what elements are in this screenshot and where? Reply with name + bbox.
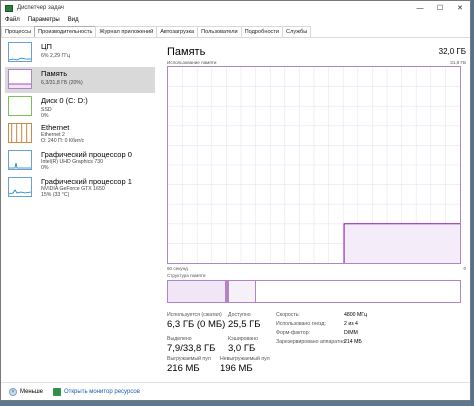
memory-panel: Память 32,0 ГБ Использование памяти 31,8… bbox=[161, 40, 466, 380]
open-resource-monitor-link[interactable]: Открыть монитор ресурсов bbox=[53, 387, 140, 396]
desktop-background bbox=[0, 401, 474, 406]
menu-bar: Файл Параметры Вид bbox=[1, 15, 470, 25]
tab-bar: Процессы Производительность Журнал прило… bbox=[1, 26, 470, 38]
usage-area bbox=[344, 223, 460, 263]
info-value: 214 МБ bbox=[344, 339, 362, 345]
page-title: Память bbox=[167, 46, 206, 58]
graph-time-axis-label: 60 секунд bbox=[167, 266, 188, 271]
cpu-thumbnail-graph bbox=[8, 42, 32, 62]
close-button[interactable]: ✕ bbox=[450, 1, 470, 15]
info-value: 4800 МГц bbox=[344, 312, 368, 318]
menu-file[interactable]: Файл bbox=[1, 17, 24, 23]
stat-label: Выделено bbox=[167, 336, 192, 342]
sidebar-item-gpu1[interactable]: Графический процессор 1 NVIDIA GeForce G… bbox=[5, 175, 155, 201]
footer: ˄ Меньше Открыть монитор ресурсов bbox=[1, 382, 470, 400]
tab-processes[interactable]: Процессы bbox=[1, 26, 36, 37]
performance-sidebar: ЦП 6% 2,29 ГГц Память 6,3/31,8 ГБ (20%) … bbox=[5, 40, 155, 375]
sidebar-item-cpu[interactable]: ЦП 6% 2,29 ГГц bbox=[5, 40, 155, 66]
info-value: 2 из 4 bbox=[344, 321, 358, 327]
stat-value: 7,9/33,8 ГБ bbox=[167, 343, 216, 354]
gpu0-thumbnail-graph bbox=[8, 150, 32, 170]
structure-label: Структура памяти bbox=[167, 273, 206, 278]
stat-cached: Кэшировано 3,0 ГБ bbox=[228, 336, 258, 354]
disk-thumbnail-graph bbox=[8, 96, 32, 116]
stat-label: Кэшировано bbox=[228, 336, 258, 342]
stat-label: Доступно bbox=[228, 312, 251, 318]
stat-committed: Выделено 7,9/33,8 ГБ bbox=[167, 336, 215, 354]
title-bar: Диспетчер задач — ☐ ✕ bbox=[1, 1, 470, 15]
fewer-details-button[interactable]: ˄ Меньше bbox=[9, 387, 43, 396]
maximize-button[interactable]: ☐ bbox=[430, 1, 450, 15]
tab-performance[interactable]: Производительность bbox=[34, 26, 97, 37]
stat-in-use: Используется (сжатая) 6,3 ГБ (0 МБ) bbox=[167, 312, 225, 330]
stat-value: 196 МБ bbox=[220, 363, 253, 374]
sidebar-item-detail: 6% 2,29 ГГц bbox=[41, 53, 71, 59]
graph-zero-label: 0 bbox=[463, 266, 466, 271]
sidebar-item-label: Диск 0 (C: D:) bbox=[41, 96, 88, 105]
stat-value: 25,5 ГБ bbox=[228, 319, 261, 330]
stat-value: 3,0 ГБ bbox=[228, 343, 256, 354]
sidebar-item-gpu0[interactable]: Графический процессор 0 Intel(R) UHD Gra… bbox=[5, 148, 155, 174]
sidebar-item-detail: 15% (33 °C) bbox=[41, 192, 70, 198]
stat-paged-pool: Выгружаемый пул 216 МБ bbox=[167, 356, 211, 374]
stat-value: 216 МБ bbox=[167, 363, 200, 374]
info-label: Форм-фактор: bbox=[276, 330, 311, 336]
stat-nonpaged-pool: Невыгружаемый пул 196 МБ bbox=[220, 356, 270, 374]
sidebar-item-label: ЦП bbox=[41, 42, 52, 51]
menu-view[interactable]: Вид bbox=[64, 17, 83, 23]
stat-label: Невыгружаемый пул bbox=[220, 356, 270, 362]
tab-details[interactable]: Подробности bbox=[240, 26, 284, 37]
total-memory: 32,0 ГБ bbox=[438, 47, 466, 56]
tab-services[interactable]: Службы bbox=[282, 26, 312, 37]
memory-usage-chart bbox=[168, 67, 460, 263]
usage-graph-max: 31,8 ГБ bbox=[450, 60, 466, 65]
stat-available: Доступно 25,5 ГБ bbox=[228, 312, 261, 330]
gpu1-thumbnail-graph bbox=[8, 177, 32, 197]
usage-graph-label: Использование памяти bbox=[167, 60, 217, 65]
info-label: Зарезервировано аппаратно: bbox=[276, 339, 347, 345]
sidebar-item-ethernet[interactable]: Ethernet Ethernet 2 О: 240 П: 0 Кбит/с bbox=[5, 121, 155, 147]
ethernet-thumbnail-graph bbox=[8, 123, 32, 143]
stat-value: 6,3 ГБ (0 МБ) bbox=[167, 319, 226, 330]
memory-thumbnail-graph bbox=[8, 69, 32, 89]
task-manager-window: Диспетчер задач — ☐ ✕ Файл Параметры Вид… bbox=[0, 0, 471, 401]
sidebar-item-label: Графический процессор 1 bbox=[41, 177, 132, 186]
tab-users[interactable]: Пользователи bbox=[197, 26, 242, 37]
structure-segment-free bbox=[255, 281, 460, 302]
resource-monitor-label: Открыть монитор ресурсов bbox=[64, 388, 140, 395]
sidebar-item-detail: 0% bbox=[41, 113, 49, 119]
stat-label: Выгружаемый пул bbox=[167, 356, 211, 362]
sidebar-item-label: Ethernet bbox=[41, 123, 70, 132]
sidebar-item-label: Память bbox=[41, 69, 68, 78]
task-manager-icon bbox=[5, 4, 13, 12]
info-value: DIMM bbox=[344, 330, 358, 336]
stat-label: Используется (сжатая) bbox=[167, 312, 222, 318]
window-title: Диспетчер задач bbox=[17, 5, 64, 11]
sidebar-item-disk[interactable]: Диск 0 (C: D:) SSD 0% bbox=[5, 94, 155, 120]
memory-structure-bar bbox=[167, 280, 461, 303]
sidebar-item-detail: Intel(R) UHD Graphics 730 bbox=[41, 159, 103, 165]
info-label: Использовано гнезд: bbox=[276, 321, 326, 327]
fewer-details-label: Меньше bbox=[20, 388, 43, 395]
sidebar-item-label: Графический процессор 0 bbox=[41, 150, 132, 159]
sidebar-item-memory[interactable]: Память 6,3/31,8 ГБ (20%) bbox=[5, 67, 155, 93]
sidebar-item-detail: О: 240 П: 0 Кбит/с bbox=[41, 138, 85, 144]
resource-monitor-icon bbox=[53, 387, 61, 396]
sidebar-item-detail: 6,3/31,8 ГБ (20%) bbox=[41, 80, 83, 86]
structure-segment-in-use bbox=[168, 281, 227, 302]
minimize-button[interactable]: — bbox=[410, 1, 430, 15]
menu-options[interactable]: Параметры bbox=[24, 17, 64, 23]
window-controls: — ☐ ✕ bbox=[410, 1, 470, 15]
chevron-up-icon: ˄ bbox=[9, 387, 17, 396]
tab-app-history[interactable]: Журнал приложений bbox=[95, 26, 158, 37]
structure-segment-standby bbox=[229, 281, 256, 302]
memory-usage-graph bbox=[167, 66, 461, 264]
tab-startup[interactable]: Автозагрузка bbox=[156, 26, 199, 37]
info-label: Скорость: bbox=[276, 312, 300, 318]
sidebar-item-detail: 0% bbox=[41, 165, 49, 171]
